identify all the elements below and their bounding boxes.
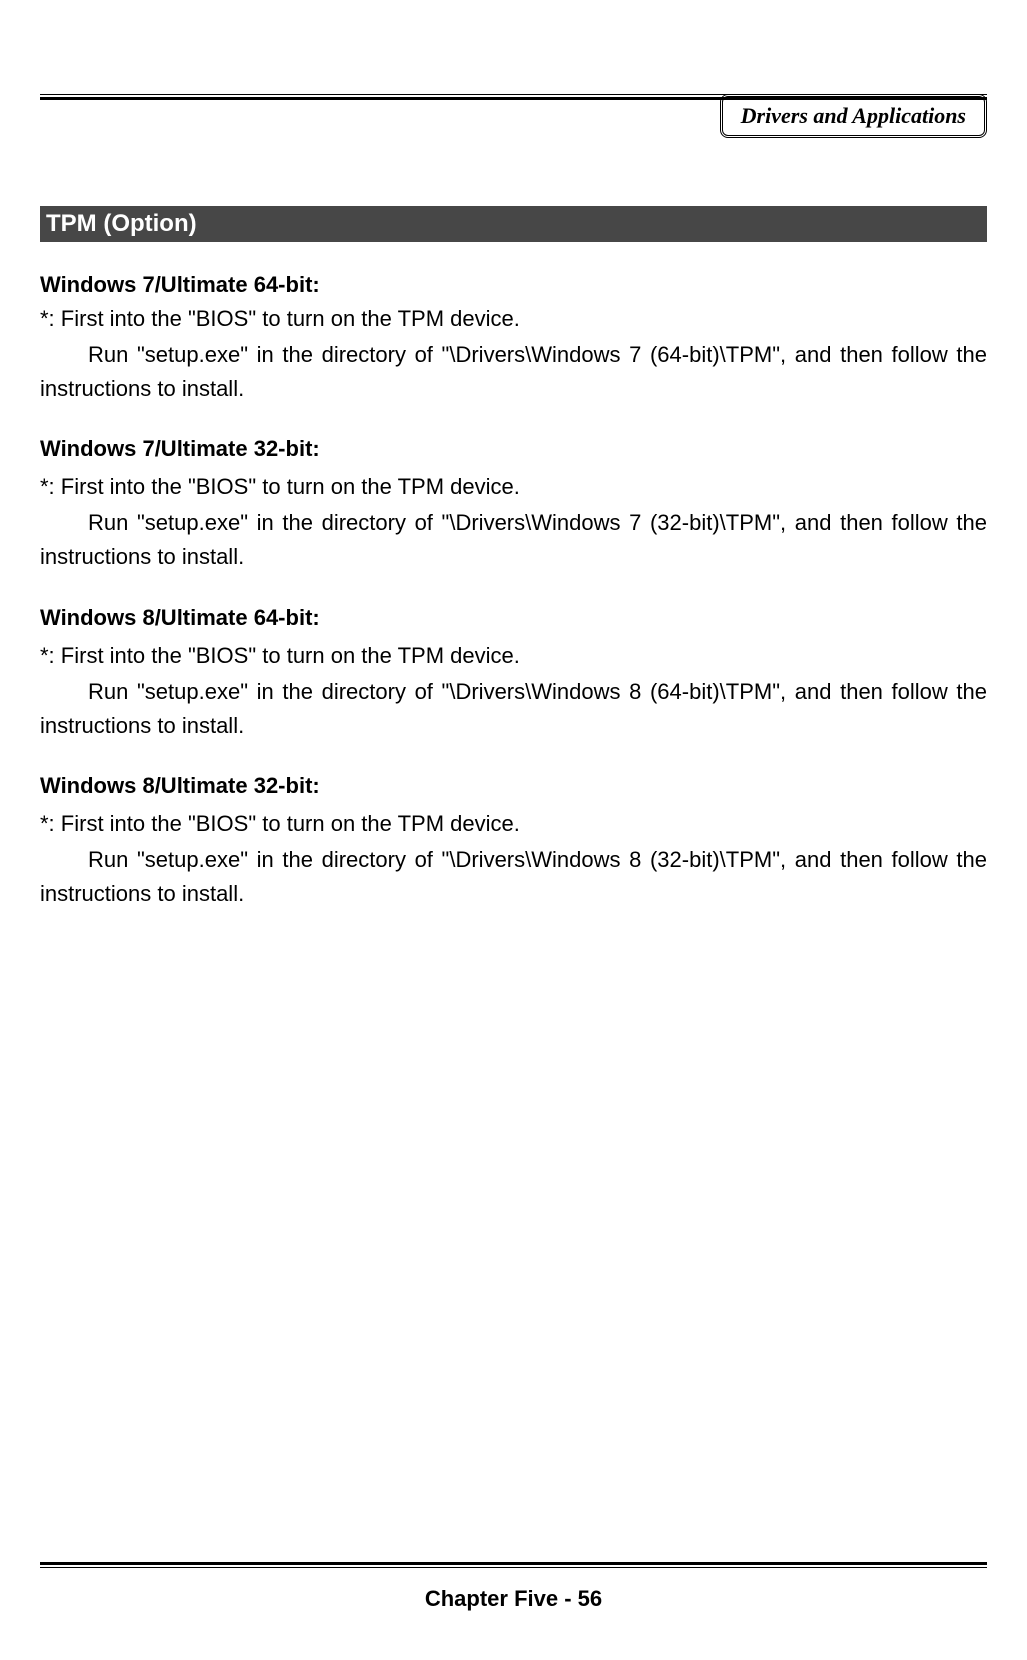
os-run-text: Run "setup.exe" in the directory of "\Dr… xyxy=(40,847,987,906)
os-block-1: Windows 7/Ultimate 32-bit: *: First into… xyxy=(40,436,987,574)
os-run-text: Run "setup.exe" in the directory of "\Dr… xyxy=(40,679,987,738)
os-title: Windows 8/Ultimate 64-bit: xyxy=(40,605,987,631)
section-title: TPM (Option) xyxy=(40,206,987,242)
os-block-0: Windows 7/Ultimate 64-bit: *: First into… xyxy=(40,272,987,406)
page-footer: Chapter Five - 56 xyxy=(40,1562,987,1612)
page-header: Drivers and Applications xyxy=(40,94,987,164)
os-run-text: Run "setup.exe" in the directory of "\Dr… xyxy=(40,510,987,569)
footer-text: Chapter Five - 56 xyxy=(40,1586,987,1612)
os-run-instruction: Run "setup.exe" in the directory of "\Dr… xyxy=(40,506,987,574)
os-block-2: Windows 8/Ultimate 64-bit: *: First into… xyxy=(40,605,987,743)
os-run-text: Run "setup.exe" in the directory of "\Dr… xyxy=(40,342,987,401)
footer-rule xyxy=(40,1562,987,1568)
os-title: Windows 7/Ultimate 64-bit: xyxy=(40,272,987,298)
os-block-3: Windows 8/Ultimate 32-bit: *: First into… xyxy=(40,773,987,911)
document-page: Drivers and Applications TPM (Option) Wi… xyxy=(0,0,1027,1660)
header-badge: Drivers and Applications xyxy=(720,94,987,138)
os-bios-note: *: First into the "BIOS" to turn on the … xyxy=(40,470,987,504)
os-bios-note: *: First into the "BIOS" to turn on the … xyxy=(40,807,987,841)
os-run-instruction: Run "setup.exe" in the directory of "\Dr… xyxy=(40,675,987,743)
os-run-instruction: Run "setup.exe" in the directory of "\Dr… xyxy=(40,843,987,911)
os-run-instruction: Run "setup.exe" in the directory of "\Dr… xyxy=(40,338,987,406)
os-title: Windows 7/Ultimate 32-bit: xyxy=(40,436,987,462)
os-bios-note: *: First into the "BIOS" to turn on the … xyxy=(40,302,987,336)
os-bios-note: *: First into the "BIOS" to turn on the … xyxy=(40,639,987,673)
os-title: Windows 8/Ultimate 32-bit: xyxy=(40,773,987,799)
